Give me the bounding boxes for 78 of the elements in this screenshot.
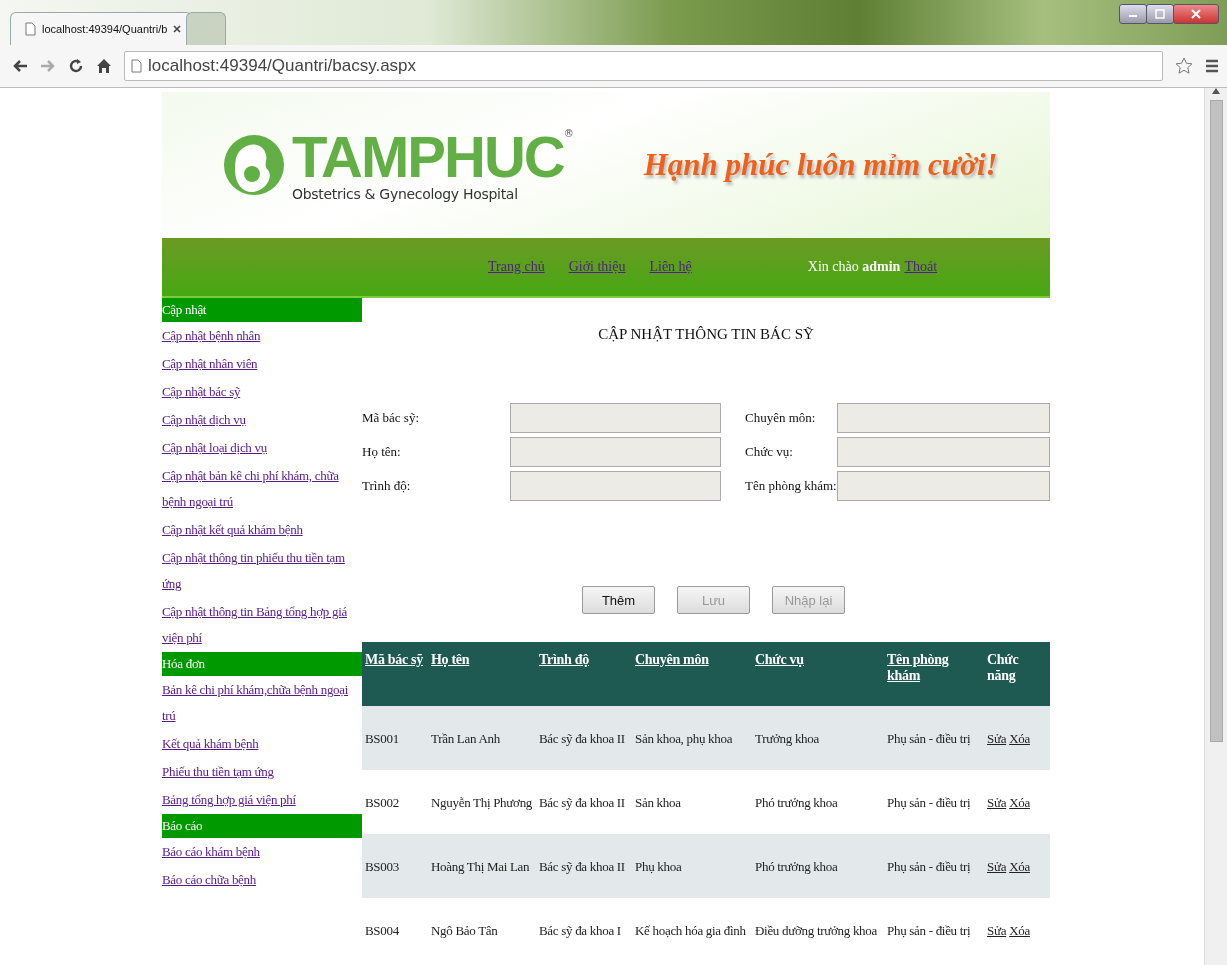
sidebar-link[interactable]: Phiếu thu tiền tạm ứng xyxy=(162,758,362,786)
table-cell: Bác sỹ đa khoa II xyxy=(536,706,632,770)
table-cell: BS003 xyxy=(362,834,428,898)
sidebar-link[interactable]: Cập nhật loại dịch vụ xyxy=(162,434,362,462)
table-cell: Trưởng khoa xyxy=(752,706,884,770)
table-cell: Phụ khoa xyxy=(632,834,752,898)
registered-mark: ® xyxy=(563,128,574,139)
table-cell: BS002 xyxy=(362,770,428,834)
sidebar-link[interactable]: Bảng tổng hợp giá viện phí xyxy=(162,786,362,814)
table-cell: Phụ sản - điều trị xyxy=(884,770,984,834)
sidebar-link[interactable]: Kết quả khám bệnh xyxy=(162,730,362,758)
page-icon xyxy=(25,22,36,36)
table-cell: Hoàng Thị Mai Lan xyxy=(428,834,536,898)
close-icon[interactable] xyxy=(1173,4,1219,24)
star-icon[interactable] xyxy=(1175,57,1193,75)
field-label: Mã bác sỹ: xyxy=(362,410,421,426)
page-icon xyxy=(131,59,142,73)
table-cell: Trần Lan Anh xyxy=(428,706,536,770)
sidebar-link[interactable]: Cập nhật dịch vụ xyxy=(162,406,362,434)
table-cell: Phụ sản - điều trị xyxy=(884,834,984,898)
greeting: Xin chào admin xyxy=(807,259,901,275)
field-label: Chuyên môn: xyxy=(745,410,817,426)
maximize-icon[interactable] xyxy=(1146,4,1174,24)
sidebar-link[interactable]: Cập nhật thông tin phiếu thu tiền tạm ứng xyxy=(162,544,362,598)
sidebar-link[interactable]: Báo cáo khám bệnh xyxy=(162,838,362,866)
close-icon[interactable] xyxy=(173,25,182,33)
table-cell: Phụ sản - điều trị xyxy=(884,898,984,962)
table-cell: Sản khoa, phụ khoa xyxy=(632,706,752,770)
sidebar-link[interactable]: Cập nhật bản kê chi phí khám, chữa bệnh ngoại trú xyxy=(162,462,362,516)
action-link[interactable]: Xóa xyxy=(1009,858,1030,874)
sidebar-link[interactable]: Báo cáo chữa bệnh xyxy=(162,866,362,894)
reload-icon[interactable] xyxy=(68,58,84,74)
action-link[interactable]: Sửa xyxy=(987,730,1007,746)
sidebar-heading: Cập nhật xyxy=(162,298,362,322)
table-cell: BS001 xyxy=(362,706,428,770)
field-label: Tên phòng khám: xyxy=(745,478,837,494)
field-label: Chức vụ: xyxy=(745,444,794,460)
table-cell: Nguyễn Thị Phương xyxy=(428,770,536,834)
table-cell: Điều dưỡng trưởng khoa xyxy=(752,898,884,962)
form-title: CẬP NHẬT THÔNG TIN BÁC SỸ xyxy=(597,326,815,343)
table-cell: Phụ sản - điều trị xyxy=(884,706,984,770)
back-icon[interactable] xyxy=(12,59,28,73)
column-header: Chức năng xyxy=(987,652,1020,684)
sidebar-link[interactable]: Cập nhật bác sỹ xyxy=(162,378,362,406)
field-label: Họ tên: xyxy=(362,444,402,460)
sidebar-link[interactable]: Cập nhật bệnh nhân xyxy=(162,322,362,350)
logo-name: TAMPHUC xyxy=(292,128,564,186)
sidebar-link[interactable]: Bản kê chi phí khám,chữa bệnh ngoại trú xyxy=(162,676,362,730)
field-label: Trình độ: xyxy=(362,478,412,494)
logo-subtitle: Obstetrics & Gynecology Hospital xyxy=(292,186,519,202)
table-cell: Phó trưởng khoa xyxy=(752,834,884,898)
action-link[interactable]: Sửa xyxy=(987,922,1007,938)
action-link[interactable]: Sửa xyxy=(987,858,1007,874)
table-cell: Sản khoa xyxy=(632,770,752,834)
sidebar-link[interactable]: Cập nhật kết quả khám bệnh xyxy=(162,516,362,544)
home-icon[interactable] xyxy=(96,58,112,74)
table-cell: Bác sỹ đa khoa II xyxy=(536,834,632,898)
slogan: Hạnh phúc luôn mỉm cười! xyxy=(643,147,998,183)
sidebar-link[interactable]: Cập nhật thông tin Bảng tổng hợp giá viện phí xyxy=(162,598,362,652)
action-link[interactable]: Xóa xyxy=(1009,730,1030,746)
sidebar-heading: Hóa đơn xyxy=(162,652,362,676)
action-link[interactable]: Xóa xyxy=(1009,922,1030,938)
forward-icon[interactable] xyxy=(40,59,56,73)
table-cell: Bác sỹ đa khoa I xyxy=(536,898,632,962)
table-cell: Ngô Bảo Tân xyxy=(428,898,536,962)
sidebar-heading: Báo cáo xyxy=(162,814,362,838)
table-cell: Kế hoạch hóa gia đình xyxy=(632,898,752,962)
table-cell: Bác sỹ đa khoa II xyxy=(536,770,632,834)
menu-icon[interactable] xyxy=(1205,59,1219,73)
sidebar-link[interactable]: Cập nhật nhân viên xyxy=(162,350,362,378)
table-cell: Phó trưởng khoa xyxy=(752,770,884,834)
form-button[interactable]: Thêm xyxy=(582,586,655,614)
scrollbar[interactable] xyxy=(1204,88,1227,965)
action-link[interactable]: Xóa xyxy=(1009,794,1030,810)
minimize-icon[interactable] xyxy=(1119,4,1147,24)
address-bar[interactable]: localhost:49394/Quantri/bacsy.aspx xyxy=(124,51,1163,81)
action-link[interactable]: Sửa xyxy=(987,794,1007,810)
table-cell: BS004 xyxy=(362,898,428,962)
